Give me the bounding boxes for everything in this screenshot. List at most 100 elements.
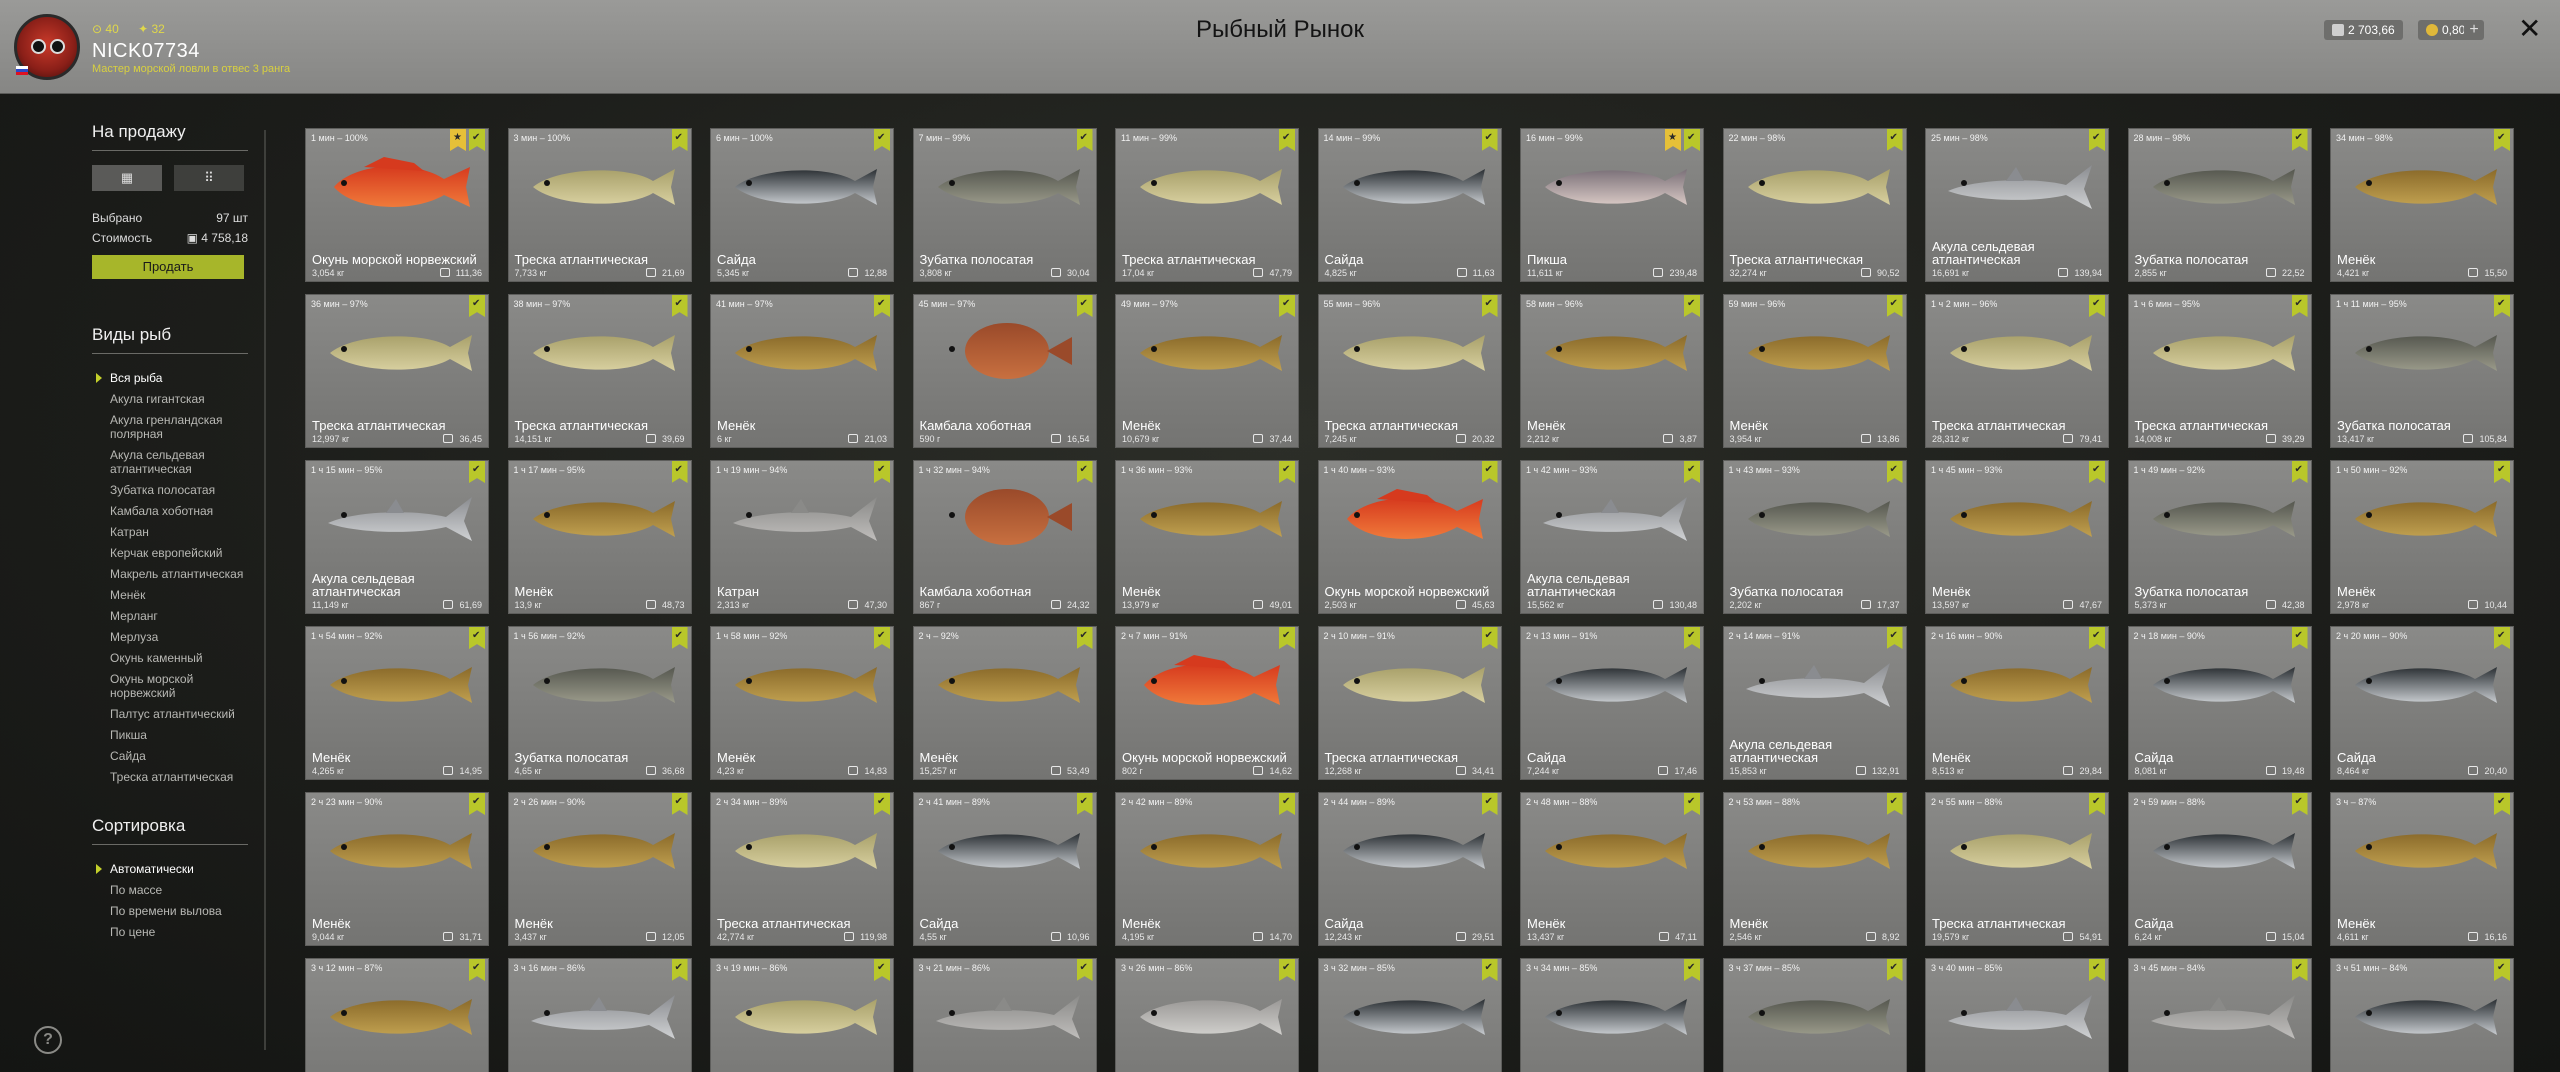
selected-check-icon[interactable] [1481,461,1498,483]
fish-card[interactable]: 1 ч 54 мин – 92% Менёк 4,265 кг 14,95 [305,626,489,780]
selected-check-icon[interactable] [1481,793,1498,815]
fish-card[interactable]: 7 мин – 99% Зубатка полосатая 3,808 кг 3… [912,128,1097,282]
fish-card[interactable]: 3 ч 16 мин – 86% Акула сельдевая [507,958,692,1072]
fish-card[interactable]: 3 ч 26 мин – 86% [1115,958,1299,1072]
sort-option-item[interactable]: По времени вылова [92,901,248,922]
selected-check-icon[interactable] [1684,461,1700,483]
selected-check-icon[interactable] [874,129,890,151]
fish-card[interactable]: 1 ч 45 мин – 93% Менёк 13,597 кг 47,67 [1925,460,2109,614]
fish-card[interactable]: 1 ч 40 мин – 93% Окунь морской норвежски… [1317,460,1502,614]
species-filter-item[interactable]: Акула гигантская [92,389,248,410]
fish-card[interactable]: 2 ч 48 мин – 88% Менёк 13,437 кг 47,11 [1520,792,1704,946]
selected-check-icon[interactable] [469,461,485,483]
fish-card[interactable]: 1 ч 6 мин – 95% Треска атлантическая 14,… [2127,294,2312,448]
fish-card[interactable]: 3 ч 40 мин – 85% Акула сельдевая [1925,958,2109,1072]
species-filter-item[interactable]: Окунь каменный [92,648,248,669]
fish-card[interactable]: 2 ч 10 мин – 91% Треска атлантическая 12… [1317,626,1502,780]
fish-card[interactable]: 1 ч 32 мин – 94% Камбала хоботная 867 г … [912,460,1097,614]
fish-card[interactable]: 1 ч 49 мин – 92% Зубатка полосатая 5,373… [2127,460,2312,614]
fish-card[interactable]: 2 ч 14 мин – 91% Акула сельдевая атланти… [1722,626,1907,780]
fish-card[interactable]: 1 ч 36 мин – 93% Менёк 13,979 кг 49,01 [1115,460,1299,614]
fish-card[interactable]: 41 мин – 97% Менёк 6 кг 21,03 [710,294,894,448]
fish-card[interactable]: 3 ч 34 мин – 85% [1520,958,1704,1072]
selected-check-icon[interactable] [2494,295,2510,317]
fish-card[interactable]: 2 ч 13 мин – 91% Сайда 7,244 кг 17,46 [1520,626,1704,780]
selected-check-icon[interactable] [1684,295,1700,317]
selected-check-icon[interactable] [1481,295,1498,317]
fish-card[interactable]: 6 мин – 100% Сайда 5,345 кг 12,88 [710,128,894,282]
selected-check-icon[interactable] [2089,959,2105,981]
species-filter-item[interactable]: Макрель атлантическая [92,564,248,585]
fish-card[interactable]: 2 ч 34 мин – 89% Треска атлантическая 42… [710,792,894,946]
selected-check-icon[interactable] [1481,959,1498,981]
selected-check-icon[interactable] [874,295,890,317]
selected-check-icon[interactable] [1684,129,1700,151]
selected-check-icon[interactable] [874,461,890,483]
species-filter-item[interactable]: Окунь морской норвежский [92,669,248,704]
fish-card[interactable]: 1 ч 19 мин – 94% Катран 2,313 кг 47,30 [710,460,894,614]
fish-card[interactable]: 3 ч 45 мин – 84% [2127,958,2312,1072]
selected-check-icon[interactable] [1279,461,1295,483]
species-filter-item[interactable]: Палтус атлантический [92,704,248,725]
selected-check-icon[interactable] [2291,793,2308,815]
fish-card[interactable]: 1 ч 43 мин – 93% Зубатка полосатая 2,202… [1722,460,1907,614]
fish-card[interactable]: 1 ч 42 мин – 93% Акула сельдевая атланти… [1520,460,1704,614]
selected-check-icon[interactable] [1279,793,1295,815]
selected-check-icon[interactable] [1886,461,1903,483]
selected-check-icon[interactable] [469,129,485,151]
selected-check-icon[interactable] [469,295,485,317]
selected-check-icon[interactable] [874,959,890,981]
selected-check-icon[interactable] [2494,627,2510,649]
selected-check-icon[interactable] [1886,295,1903,317]
fish-card[interactable]: 1 мин – 100% Окунь морской норвежский 3,… [305,128,489,282]
selected-check-icon[interactable] [671,793,688,815]
species-filter-item[interactable]: Треска атлантическая [92,767,248,788]
fish-card[interactable]: 1 ч 50 мин – 92% Менёк 2,978 кг 10,44 [2330,460,2514,614]
fish-card[interactable]: 2 ч 44 мин – 89% Сайда 12,243 кг 29,51 [1317,792,1502,946]
selected-check-icon[interactable] [1076,627,1093,649]
sell-button[interactable]: Продать [92,255,244,279]
selected-check-icon[interactable] [2494,959,2510,981]
selected-check-icon[interactable] [1481,129,1498,151]
selected-check-icon[interactable] [1886,959,1903,981]
selected-check-icon[interactable] [2291,627,2308,649]
selected-check-icon[interactable] [1076,295,1093,317]
fish-card[interactable]: 45 мин – 97% Камбала хоботная 590 г 16,5… [912,294,1097,448]
fish-card[interactable]: 49 мин – 97% Менёк 10,679 кг 37,44 [1115,294,1299,448]
selected-check-icon[interactable] [1886,129,1903,151]
selected-check-icon[interactable] [671,129,688,151]
species-filter-item[interactable]: Акула сельдевая атлантическая [92,445,248,480]
add-gold-button[interactable]: + [2464,20,2484,40]
selected-check-icon[interactable] [1279,129,1295,151]
species-filter-item[interactable]: Зубатка полосатая [92,480,248,501]
fish-card[interactable]: 14 мин – 99% Сайда 4,825 кг 11,63 [1317,128,1502,282]
selected-check-icon[interactable] [1279,295,1295,317]
fish-card[interactable]: 2 ч 16 мин – 90% Менёк 8,513 кг 29,84 [1925,626,2109,780]
species-filter-item[interactable]: Вся рыба [92,368,248,389]
selected-check-icon[interactable] [2089,129,2105,151]
fish-card[interactable]: 2 ч 23 мин – 90% Менёк 9,044 кг 31,71 [305,792,489,946]
selected-check-icon[interactable] [1076,461,1093,483]
fish-card[interactable]: 1 ч 11 мин – 95% Зубатка полосатая 13,41… [2330,294,2514,448]
fish-card[interactable]: 55 мин – 96% Треска атлантическая 7,245 … [1317,294,1502,448]
selected-check-icon[interactable] [2494,461,2510,483]
fish-card[interactable]: 3 ч 51 мин – 84% [2330,958,2514,1072]
species-filter-item[interactable]: Керчак европейский [92,543,248,564]
fish-card[interactable]: 2 ч 26 мин – 90% Менёк 3,437 кг 12,05 [507,792,692,946]
selected-check-icon[interactable] [1886,793,1903,815]
fish-card[interactable]: 2 ч 20 мин – 90% Сайда 8,464 кг 20,40 [2330,626,2514,780]
species-filter-item[interactable]: Менёк [92,585,248,606]
selected-check-icon[interactable] [874,627,890,649]
selected-check-icon[interactable] [1076,793,1093,815]
small-grid-view-button[interactable]: ⠿ [174,165,244,191]
fish-card[interactable]: 16 мин – 99% Пикша 11,611 кг 239,48 [1520,128,1704,282]
selected-check-icon[interactable] [2291,295,2308,317]
fish-card[interactable]: 34 мин – 98% Менёк 4,421 кг 15,50 [2330,128,2514,282]
selected-check-icon[interactable] [671,295,688,317]
fish-card[interactable]: 2 ч – 92% Менёк 15,257 кг 53,49 [912,626,1097,780]
fish-card[interactable]: 28 мин – 98% Зубатка полосатая 2,855 кг … [2127,128,2312,282]
fish-card[interactable]: 3 ч 12 мин – 87% [305,958,489,1072]
selected-check-icon[interactable] [469,959,485,981]
species-filter-item[interactable]: Катран [92,522,248,543]
fish-card[interactable]: 38 мин – 97% Треска атлантическая 14,151… [507,294,692,448]
